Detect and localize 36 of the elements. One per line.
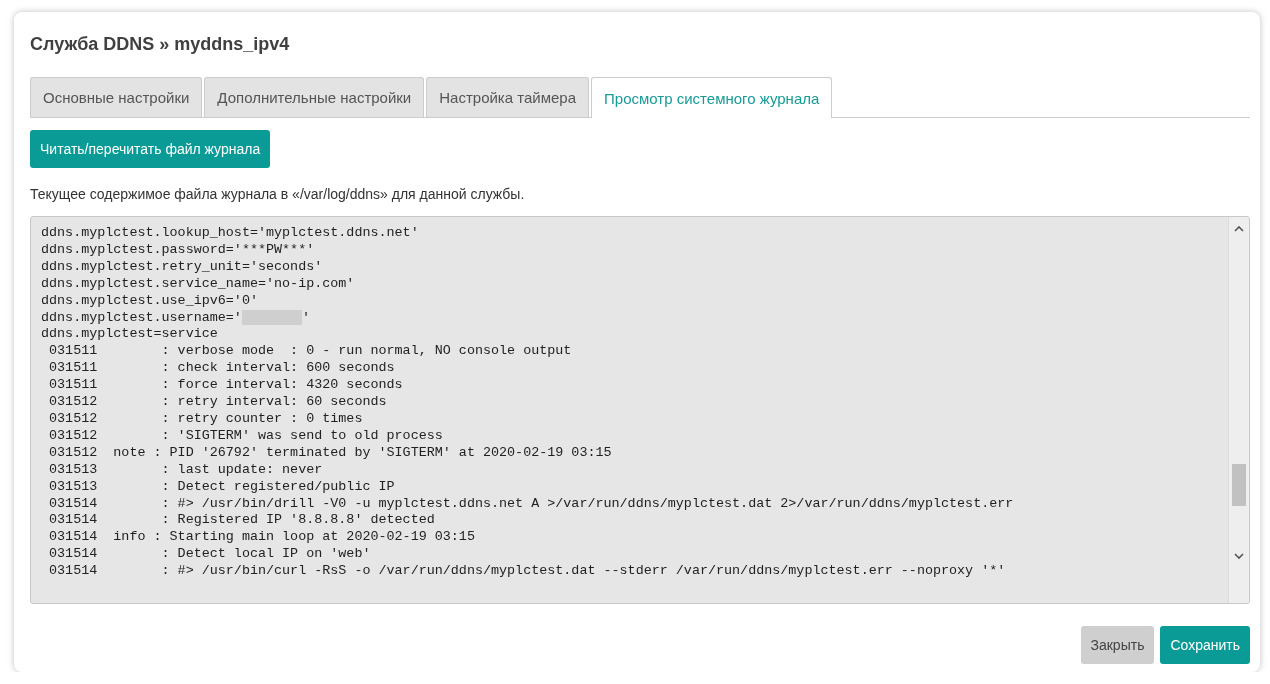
scroll-down-icon[interactable]: [1234, 553, 1244, 560]
log-line: 031511 : verbose mode : 0 - run normal, NO console output: [48, 343, 572, 361]
log-line: 031513 : Detect registered/public IP: [48, 478, 395, 496]
log-line: 031514 : #> /usr/bin/curl -RsS -o /var/run/ddns/myplctest.dat --stderr /var/run/ddns/myplctest.err --noproxy '*': [48, 563, 1006, 581]
log-line: ddns.myplctest.retry_unit='seconds': [41, 258, 323, 276]
log-line: 031512 : 'SIGTERM' was send to old process: [48, 427, 443, 445]
tab[interactable]: Просмотр системного журнала: [591, 77, 833, 118]
tab[interactable]: Настройка таймера: [426, 77, 590, 117]
scroll-thumb[interactable]: [1232, 464, 1246, 506]
log-textarea[interactable]: [30, 216, 1250, 604]
log-line: 031511 : check interval: 600 seconds: [48, 360, 395, 378]
log-line: 031514 : Detect local IP on 'web': [48, 546, 371, 564]
save-button[interactable]: Сохранить: [1160, 626, 1250, 664]
log-line: ddns.myplctest.use_ipv6='0': [41, 292, 258, 310]
log-line: 031511 : force interval: 4320 seconds: [48, 377, 403, 395]
log-line: 031514 : Registered IP '8.8.8.8' detected: [48, 512, 435, 530]
description-text: Текущее содержимое файла журнала в «/var/log/ddns» для данной службы.: [30, 186, 526, 202]
log-line: 031514 : #> /usr/bin/drill -V0 -u myplctest.ddns.net A >/var/run/ddns/myplctest.dat 2>/var/run/ddns/myplctest.err: [48, 495, 1014, 513]
tab[interactable]: Дополнительные настройки: [204, 77, 425, 117]
log-line: ddns.myplctest.service_name='no-ip.com': [41, 275, 355, 293]
log-line: ddns.myplctest=service: [41, 326, 218, 344]
log-line: 031512 : retry counter : 0 times: [48, 410, 363, 428]
log-line: ddns.myplctest.password='***PW***': [41, 241, 315, 259]
log-line: ddns.myplctest.lookup_host='myplctest.ddns.net': [41, 225, 419, 242]
close-button[interactable]: Закрыть: [1080, 626, 1155, 664]
log-line: ddns.myplctest.username=': [41, 309, 242, 327]
log-line: 031512 : retry interval: 60 seconds: [48, 394, 387, 411]
log-line: 031512 note : PID '26792' terminated by 'SIGTERM' at 2020-02-19 03:15: [48, 444, 612, 462]
log-line: 031513 : last update: never: [48, 461, 323, 479]
read-log-button[interactable]: Читать/перечитать файл журнала: [30, 130, 271, 168]
log-line: 031514 info : Starting main loop at 2020-02-19 03:15: [48, 529, 475, 547]
log-line: ': [301, 309, 310, 327]
scroll-up-icon[interactable]: [1234, 225, 1244, 232]
scrollbar[interactable]: [1228, 217, 1249, 603]
page-title: Служба DDNS » myddns_ipv4: [30, 34, 291, 55]
tab[interactable]: Основные настройки: [30, 77, 203, 117]
